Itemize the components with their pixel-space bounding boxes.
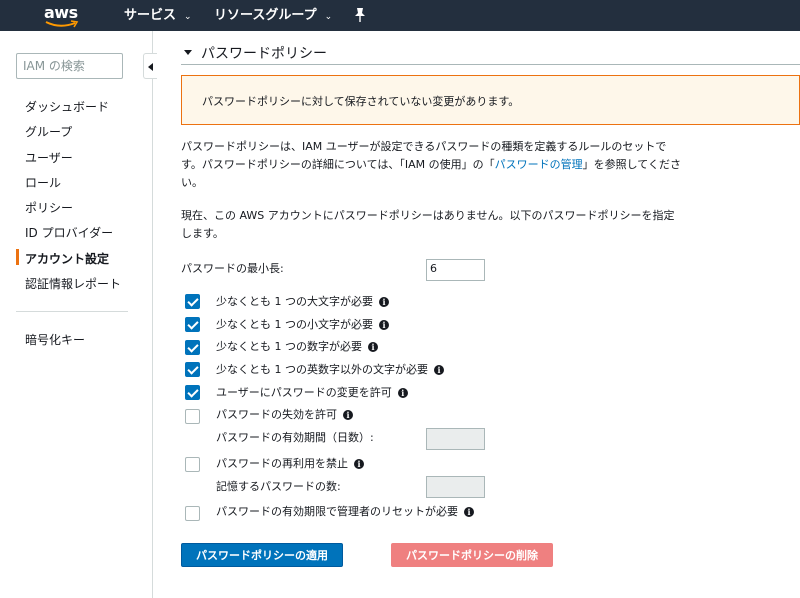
admin-reset-checkbox[interactable]: [185, 506, 200, 521]
min-length-input[interactable]: 6: [426, 259, 485, 281]
iam-search-input[interactable]: IAM の検索: [16, 53, 123, 79]
sidebar-item-groups[interactable]: グループ: [25, 123, 72, 140]
sidebar-divider: [16, 311, 128, 312]
expiry-period-label: パスワードの有効期間（日数）:: [216, 431, 374, 444]
require-lowercase-label: 少なくとも 1 つの小文字が必要 i: [216, 316, 389, 332]
unsaved-changes-warning: パスワードポリシーに対して保存されていない変更があります。: [181, 75, 800, 125]
remember-count-label: 記憶するパスワードの数:: [216, 480, 341, 493]
smile-arrow-icon: [45, 20, 79, 28]
require-symbol-checkbox[interactable]: [185, 362, 200, 377]
enable-expiration-checkbox[interactable]: [185, 409, 200, 424]
sidebar: IAM の検索 ダッシュボード グループ ユーザー ロール ポリシー ID プロ…: [0, 31, 157, 598]
sidebar-item-encryption-keys[interactable]: 暗号化キー: [25, 331, 85, 348]
sidebar-item-dashboard[interactable]: ダッシュボード: [25, 98, 109, 115]
services-menu[interactable]: サービス ⌄: [124, 0, 192, 31]
info-icon[interactable]: i: [354, 459, 364, 469]
apply-password-policy-button[interactable]: パスワードポリシーの適用: [181, 543, 343, 567]
sidebar-item-policies[interactable]: ポリシー: [25, 199, 73, 216]
sidebar-item-credential-report[interactable]: 認証情報レポート: [25, 275, 121, 292]
require-number-checkbox[interactable]: [185, 340, 200, 355]
sidebar-item-users[interactable]: ユーザー: [25, 149, 73, 166]
expiry-period-input[interactable]: [426, 428, 485, 450]
info-icon[interactable]: i: [397, 388, 408, 398]
require-uppercase-checkbox[interactable]: [185, 294, 200, 309]
section-title: パスワードポリシー: [201, 46, 327, 62]
require-uppercase-label: 少なくとも 1 つの大文字が必要 i: [216, 293, 389, 309]
prevent-reuse-checkbox[interactable]: [185, 457, 200, 472]
info-icon[interactable]: i: [368, 342, 378, 352]
sidebar-item-identity-providers[interactable]: ID プロバイダー: [25, 224, 113, 241]
delete-password-policy-button[interactable]: パスワードポリシーの削除: [391, 543, 553, 567]
remember-count-input[interactable]: [426, 476, 485, 498]
no-policy-note: 現在、この AWS アカウントにパスワードポリシーはありません。以下のパスワード…: [181, 209, 675, 240]
allow-password-change-label: ユーザーにパスワードの変更を許可 i: [216, 384, 408, 400]
info-icon[interactable]: i: [434, 365, 444, 375]
active-indicator: [16, 249, 19, 265]
info-icon[interactable]: i: [379, 297, 389, 307]
resource-groups-menu[interactable]: リソースグループ ⌄: [214, 0, 332, 31]
chevron-down-icon: ⌄: [184, 12, 192, 22]
top-nav: aws サービス ⌄ リソースグループ ⌄: [0, 0, 800, 31]
admin-reset-label: パスワードの有効期限で管理者のリセットが必要 i: [216, 503, 474, 519]
require-symbol-label: 少なくとも 1 つの英数字以外の文字が必要 i: [216, 361, 444, 377]
allow-password-change-checkbox[interactable]: [185, 385, 200, 400]
aws-logo[interactable]: aws: [44, 3, 84, 29]
collapse-triangle-icon: [184, 50, 192, 55]
info-icon[interactable]: i: [343, 410, 353, 420]
warning-text: パスワードポリシーに対して保存されていない変更があります。: [202, 95, 520, 108]
password-management-link[interactable]: パスワードの管理: [495, 158, 583, 171]
sidebar-item-account-settings[interactable]: アカウント設定: [25, 250, 109, 267]
prevent-reuse-label: パスワードの再利用を禁止 i: [216, 455, 364, 471]
sidebar-item-roles[interactable]: ロール: [25, 174, 61, 191]
info-icon[interactable]: i: [464, 507, 474, 517]
info-icon[interactable]: i: [379, 320, 389, 330]
main-content: パスワードポリシー パスワードポリシーに対して保存されていない変更があります。 …: [153, 31, 800, 598]
enable-expiration-label: パスワードの失効を許可 i: [216, 406, 353, 422]
pin-icon[interactable]: [353, 7, 367, 23]
require-number-label: 少なくとも 1 つの数字が必要 i: [216, 338, 378, 354]
min-length-label: パスワードの最小長:: [181, 262, 284, 275]
require-lowercase-checkbox[interactable]: [185, 317, 200, 332]
policy-description: パスワードポリシーは、IAM ユーザーが設定できるパスワードの種類を定義するルー…: [181, 140, 681, 189]
password-policy-section-header[interactable]: パスワードポリシー: [181, 43, 800, 65]
chevron-down-icon: ⌄: [324, 12, 333, 22]
